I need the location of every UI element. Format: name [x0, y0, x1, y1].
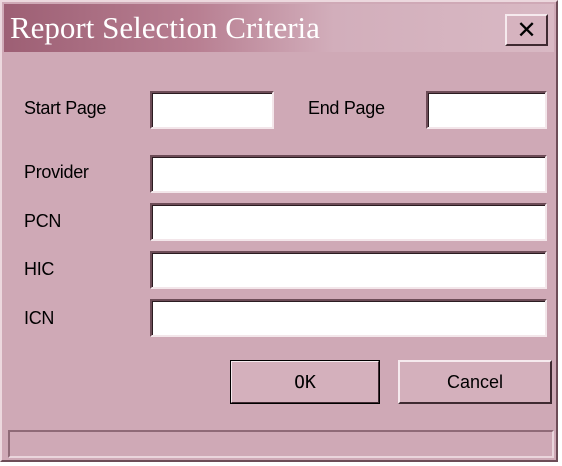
- pcn-label: PCN: [24, 211, 62, 231]
- close-icon: ✕: [516, 16, 537, 44]
- cancel-button[interactable]: Cancel: [398, 360, 552, 404]
- end-page-input[interactable]: [426, 91, 547, 129]
- start-page-input[interactable]: [150, 91, 274, 129]
- start-page-label: Start Page: [24, 98, 107, 118]
- close-button[interactable]: ✕: [505, 14, 548, 46]
- dialog-title: Report Selection Criteria: [10, 10, 320, 45]
- status-bar: [8, 430, 554, 458]
- report-selection-dialog: Report Selection Criteria ✕ Start Page E…: [0, 0, 558, 462]
- icn-input[interactable]: [150, 299, 547, 337]
- ok-button[interactable]: OK: [230, 360, 380, 404]
- end-page-label: End Page: [308, 98, 385, 118]
- title-bar[interactable]: Report Selection Criteria ✕: [4, 4, 554, 52]
- hic-input[interactable]: [150, 251, 547, 289]
- icn-label: ICN: [24, 308, 55, 328]
- provider-input[interactable]: [150, 155, 547, 193]
- pcn-input[interactable]: [150, 203, 547, 241]
- provider-label: Provider: [24, 162, 89, 182]
- hic-label: HIC: [24, 259, 55, 279]
